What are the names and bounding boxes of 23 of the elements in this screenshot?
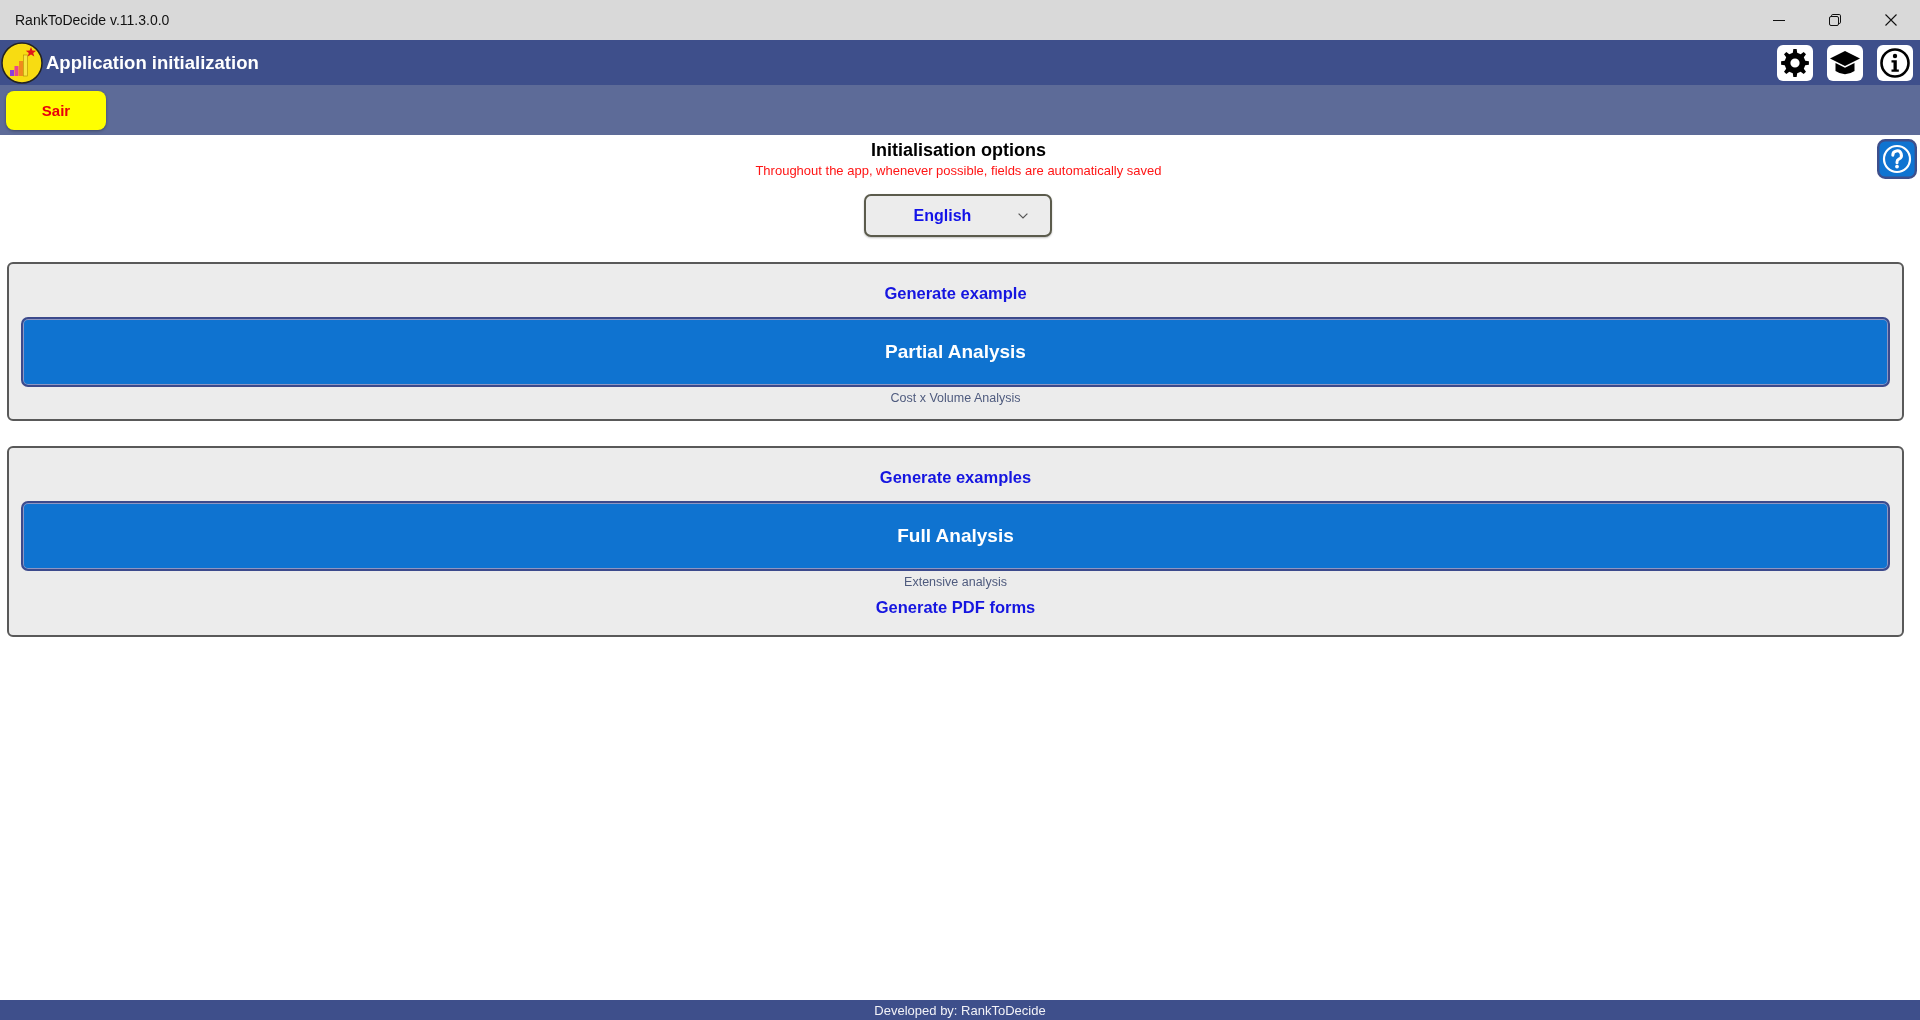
page-title: Initialisation options bbox=[871, 139, 1046, 162]
help-icon[interactable] bbox=[1877, 139, 1917, 179]
autosave-notice: Throughout the app, whenever possible, fields are automatically saved bbox=[755, 163, 1162, 179]
window-title: RankToDecide v.11.3.0.0 bbox=[14, 12, 171, 28]
analysis-button[interactable]: Partial Analysis bbox=[21, 317, 1890, 387]
language-dropdown[interactable]: English bbox=[864, 194, 1053, 237]
developer-credit: Developed by: RankToDecide bbox=[874, 1002, 1046, 1018]
screen-title: Application initialization bbox=[46, 51, 260, 74]
button-caption: Extensive analysis bbox=[904, 575, 1007, 589]
settings-icon[interactable] bbox=[1777, 44, 1813, 81]
restore-icon[interactable] bbox=[1829, 14, 1841, 26]
info-icon[interactable] bbox=[1877, 44, 1913, 81]
analysis-button[interactable]: Full Analysis bbox=[21, 501, 1890, 571]
pdf-forms-link[interactable]: Generate PDF forms bbox=[875, 596, 1036, 618]
chevron-down-icon bbox=[1018, 212, 1029, 219]
minimize-icon[interactable] bbox=[1773, 19, 1785, 21]
section-heading: Generate example bbox=[884, 284, 1027, 302]
graduation-cap-icon[interactable] bbox=[1827, 44, 1863, 81]
section-heading: Generate examples bbox=[879, 468, 1032, 486]
exit-button[interactable]: Sair bbox=[6, 90, 106, 130]
close-icon[interactable] bbox=[1885, 14, 1897, 26]
logo-icon bbox=[1, 41, 43, 84]
button-caption: Cost x Volume Analysis bbox=[890, 391, 1021, 405]
